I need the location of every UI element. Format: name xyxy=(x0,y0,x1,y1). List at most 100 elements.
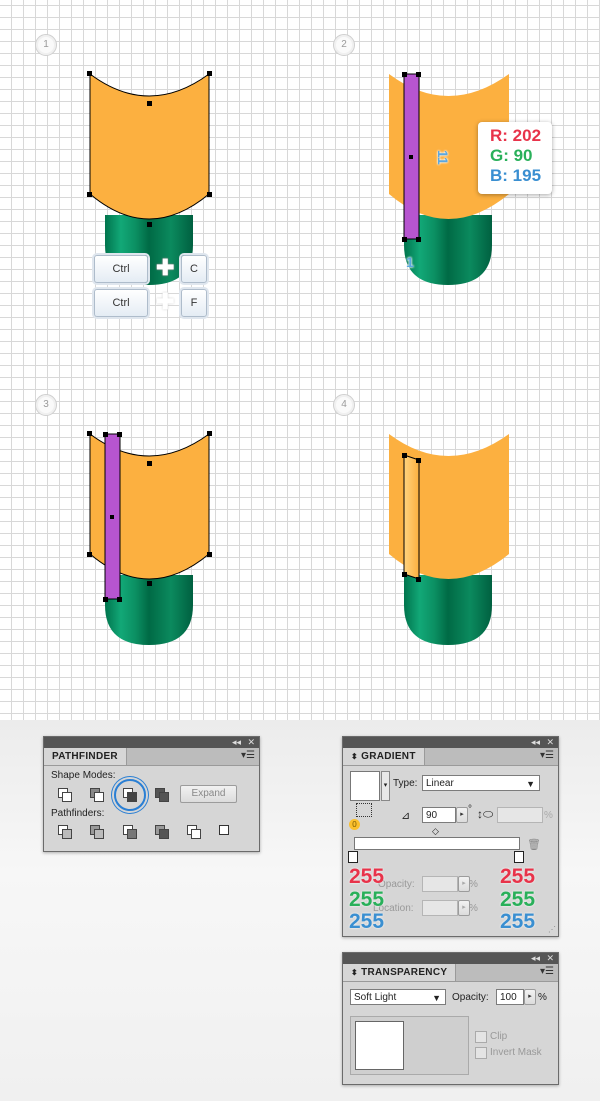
anchor-point xyxy=(87,71,92,76)
key-ctrl-paste: Ctrl xyxy=(94,289,148,317)
highlight-stripe xyxy=(403,454,420,580)
expand-button[interactable]: Expand xyxy=(180,785,237,803)
opacity-label: Opacity: xyxy=(452,992,489,1003)
color-values-box: R: 202 G: 90 B: 195 xyxy=(478,122,552,194)
right-stop-blue: 255 xyxy=(500,910,536,933)
aspect-ratio-icon: ↕⬭ xyxy=(477,807,494,821)
angle-icon: ⊿ xyxy=(401,810,411,822)
clip-label: Clip xyxy=(490,1031,508,1042)
anchor-point xyxy=(87,192,92,197)
degree-label: ° xyxy=(468,804,472,815)
opacity-arrow-button[interactable]: ▸ xyxy=(524,989,536,1005)
pathfinder-panel: ◂◂ ✕ PATHFINDER ▾☰ Shape Modes: Expand P… xyxy=(43,736,260,852)
mask-area xyxy=(350,1016,469,1075)
gradient-slider[interactable] xyxy=(354,837,520,850)
panel-menu-icon[interactable]: ▾☰ xyxy=(540,966,554,978)
resize-grip-icon[interactable]: ⋰ xyxy=(548,925,556,934)
stop-marker-icon: 0 xyxy=(349,819,360,830)
key-ctrl-copy: Ctrl xyxy=(94,255,148,283)
opacity-percent: % xyxy=(469,879,478,890)
gradient-stop-left[interactable] xyxy=(348,851,358,863)
close-icon[interactable]: ✕ xyxy=(546,737,554,748)
blend-mode-value: Soft Light xyxy=(354,992,397,1003)
aspect-percent: % xyxy=(544,810,553,821)
left-stop-green: 255 xyxy=(349,888,385,911)
panel-menu-icon[interactable]: ▾☰ xyxy=(241,750,255,762)
trim-icon[interactable] xyxy=(89,824,104,839)
reverse-gradient-icon[interactable] xyxy=(356,803,372,817)
chevron-down-icon: ▼ xyxy=(526,779,535,789)
anchor-point xyxy=(207,71,212,76)
invert-mask-label: Invert Mask xyxy=(490,1047,542,1058)
illustration-canvas xyxy=(87,71,509,645)
swatch-dropdown-icon[interactable]: ▾ xyxy=(381,771,390,801)
minus-front-icon[interactable] xyxy=(89,787,104,802)
green-value: G: 90 xyxy=(490,146,533,165)
key-c: C xyxy=(181,255,207,283)
divide-icon[interactable] xyxy=(57,824,72,839)
width-label: 1 xyxy=(406,254,414,270)
anchor-point xyxy=(147,101,152,106)
clip-checkbox[interactable] xyxy=(475,1031,487,1043)
exclude-icon[interactable] xyxy=(154,787,169,802)
merge-icon[interactable] xyxy=(122,824,137,839)
left-stop-blue: 255 xyxy=(349,910,385,933)
collapse-icon[interactable]: ◂◂ xyxy=(531,737,540,748)
plus-icon-faded: ✚ xyxy=(156,289,175,314)
crop-icon[interactable] xyxy=(154,824,169,839)
panel-menu-icon[interactable]: ▾☰ xyxy=(540,750,554,762)
pathfinders-label: Pathfinders: xyxy=(51,808,105,819)
gradient-swatch[interactable] xyxy=(350,771,380,801)
outline-icon[interactable] xyxy=(186,824,201,839)
blue-value: B: 195 xyxy=(490,166,542,185)
angle-field[interactable]: 90 xyxy=(422,807,456,823)
transparency-panel: ◂◂ ✕ ⬍ TRANSPARENCY ▾☰ Soft Light ▼ Opaci… xyxy=(342,952,559,1085)
shape-modes-label: Shape Modes: xyxy=(51,770,116,781)
transparency-title: TRANSPARENCY xyxy=(361,967,448,978)
key-f: F xyxy=(181,289,207,317)
type-value: Linear xyxy=(426,778,454,789)
angle-arrow-button[interactable]: ▸ xyxy=(456,807,468,823)
unite-icon[interactable] xyxy=(57,787,72,802)
tab-arrows-icon: ⬍ xyxy=(351,968,359,977)
anchor-point xyxy=(207,192,212,197)
tab-arrows-icon: ⬍ xyxy=(351,752,359,761)
tab-gradient[interactable]: ⬍ GRADIENT xyxy=(343,748,425,765)
step1-artwork xyxy=(87,71,212,285)
chevron-down-icon: ▼ xyxy=(432,993,441,1003)
minus-back-icon[interactable] xyxy=(218,824,232,838)
object-thumbnail[interactable] xyxy=(355,1021,404,1070)
collapse-icon[interactable]: ◂◂ xyxy=(531,953,540,964)
left-stop-red: 255 xyxy=(349,865,385,888)
opacity-field[interactable]: 100 xyxy=(496,989,524,1005)
location-percent: % xyxy=(469,903,478,914)
gradient-stop-right[interactable] xyxy=(514,851,524,863)
collapse-icon[interactable]: ◂◂ xyxy=(232,737,241,748)
blend-mode-select[interactable]: Soft Light ▼ xyxy=(350,989,446,1005)
gradient-title: GRADIENT xyxy=(361,751,416,762)
anchor-point xyxy=(147,222,152,227)
type-label: Type: xyxy=(393,778,418,789)
invert-mask-checkbox[interactable] xyxy=(475,1047,487,1059)
midpoint-diamond-icon[interactable]: ◇ xyxy=(432,826,439,837)
opacity-percent: % xyxy=(538,992,547,1003)
right-stop-red: 255 xyxy=(500,865,536,888)
step3-artwork xyxy=(87,431,212,645)
intersect-icon[interactable] xyxy=(122,787,137,802)
close-icon[interactable]: ✕ xyxy=(247,737,255,748)
close-icon[interactable]: ✕ xyxy=(546,953,554,964)
orange-body xyxy=(89,73,210,220)
right-stop-green: 255 xyxy=(500,888,536,911)
tab-transparency[interactable]: ⬍ TRANSPARENCY xyxy=(343,964,457,981)
location-field[interactable] xyxy=(422,900,458,916)
plus-icon: ✚ xyxy=(156,255,175,280)
aspect-ratio-field[interactable] xyxy=(497,807,543,823)
type-select[interactable]: Linear ▼ xyxy=(422,775,540,791)
red-value: R: 202 xyxy=(490,126,542,145)
trash-icon[interactable]: 🗑 xyxy=(527,838,541,851)
opacity-field[interactable] xyxy=(422,876,458,892)
tab-pathfinder[interactable]: PATHFINDER xyxy=(44,748,127,765)
height-label: 11 xyxy=(435,150,451,165)
step4-artwork xyxy=(389,434,509,645)
gradient-panel: ◂◂ ✕ ⬍ GRADIENT ▾☰ ▾ Type: Linear ▼ 0 ⊿ 9… xyxy=(342,736,559,937)
